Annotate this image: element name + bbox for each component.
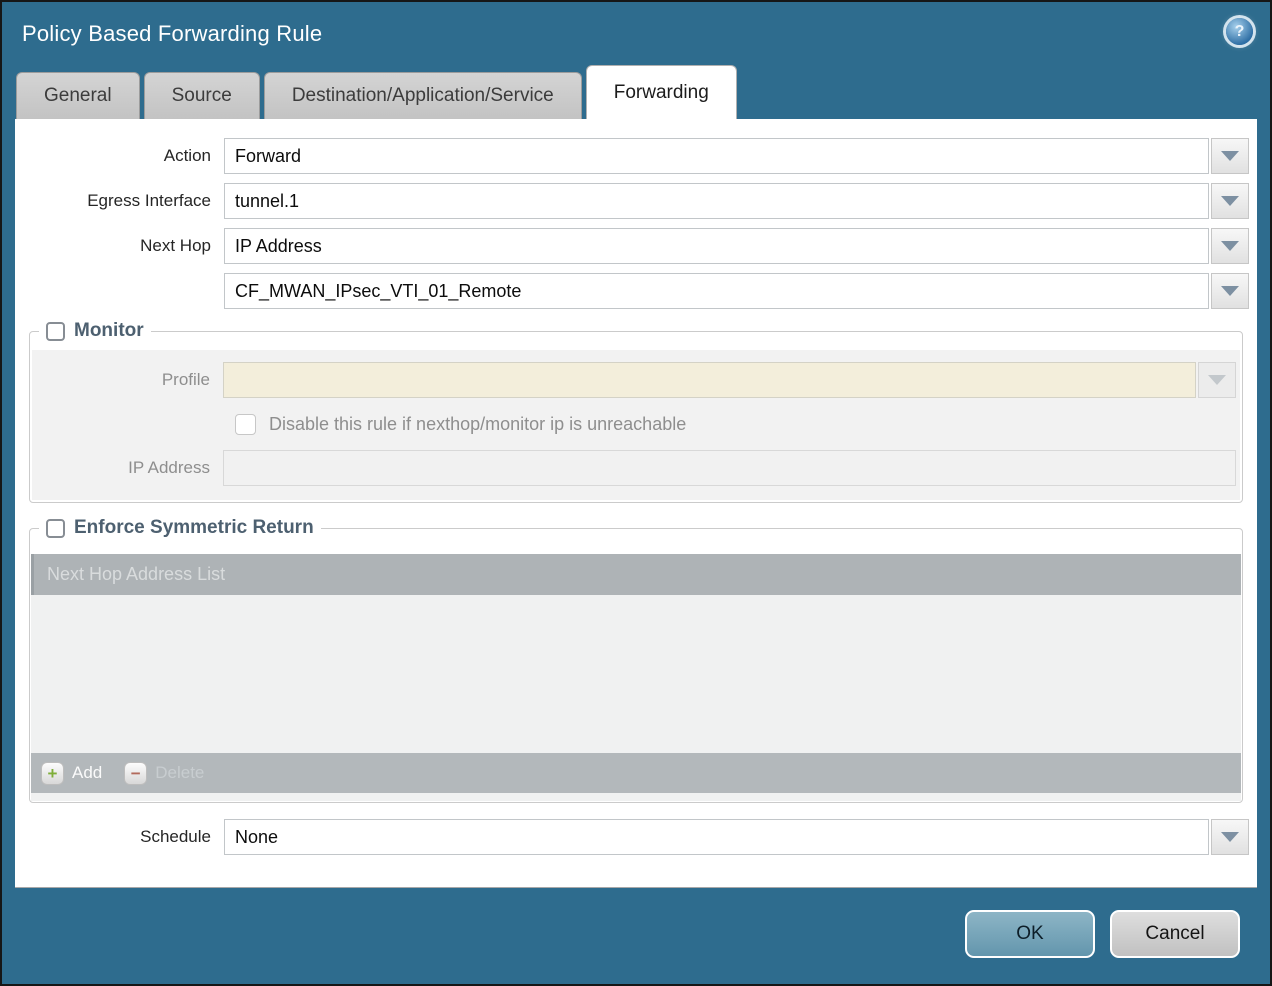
monitor-legend-label: Monitor [74, 320, 144, 342]
schedule-dropdown-button[interactable] [1211, 819, 1249, 855]
add-button[interactable]: + Add [41, 762, 102, 785]
next-hop-row: Next Hop IP Address [15, 228, 1249, 264]
next-hop-combo: IP Address [224, 228, 1249, 264]
action-value-field[interactable]: Forward [224, 138, 1209, 174]
schedule-value-field[interactable]: None [224, 819, 1209, 855]
next-hop-address-list-table: Next Hop Address List + Add − Delete [31, 554, 1241, 801]
dialog-title: Policy Based Forwarding Rule [22, 21, 322, 47]
schedule-combo: None [224, 819, 1249, 855]
next-hop-type-field[interactable]: IP Address [224, 228, 1209, 264]
tab-label: Source [172, 85, 232, 107]
chevron-down-icon [1221, 196, 1239, 206]
tab-label: General [44, 85, 112, 107]
chevron-down-icon [1221, 286, 1239, 296]
schedule-row: Schedule None [15, 819, 1249, 855]
table-header-label: Next Hop Address List [47, 564, 225, 585]
next-hop-address-combo: CF_MWAN_IPsec_VTI_01_Remote [224, 273, 1249, 309]
next-hop-address-field[interactable]: CF_MWAN_IPsec_VTI_01_Remote [224, 273, 1209, 309]
help-glyph: ? [1235, 23, 1245, 41]
monitor-ip-address-field [223, 450, 1236, 486]
plus-icon: + [41, 762, 64, 785]
disable-rule-row: Disable this rule if nexthop/monitor ip … [235, 412, 1240, 436]
symmetric-return-legend-label: Enforce Symmetric Return [74, 517, 314, 539]
profile-combo [223, 362, 1236, 398]
forwarding-tab-panel: Action Forward Egress Interface tunnel.1… [15, 119, 1257, 888]
minus-icon: − [124, 762, 147, 785]
cancel-button[interactable]: Cancel [1110, 910, 1240, 958]
monitor-checkbox[interactable] [46, 322, 65, 341]
monitor-ip-address-row: IP Address [32, 450, 1236, 486]
next-hop-dropdown-button[interactable] [1211, 228, 1249, 264]
next-hop-address-dropdown-button[interactable] [1211, 273, 1249, 309]
chevron-down-icon [1221, 151, 1239, 161]
table-header: Next Hop Address List [31, 554, 1241, 595]
schedule-label: Schedule [15, 827, 224, 847]
monitor-panel: Profile Disable this rule if nexthop/mon… [32, 350, 1240, 500]
egress-interface-dropdown-button[interactable] [1211, 183, 1249, 219]
monitor-ip-address-label: IP Address [32, 458, 223, 478]
ok-button[interactable]: OK [965, 910, 1095, 958]
disable-rule-checkbox [235, 414, 256, 435]
dialog-titlebar: Policy Based Forwarding Rule ? [2, 2, 1270, 66]
symmetric-return-legend: Enforce Symmetric Return [39, 517, 321, 539]
chevron-down-icon [1221, 832, 1239, 842]
tab-source[interactable]: Source [144, 72, 260, 119]
tab-label: Forwarding [614, 82, 709, 104]
profile-value-field [223, 362, 1196, 398]
profile-label: Profile [32, 370, 223, 390]
tab-general[interactable]: General [16, 72, 140, 119]
tab-destination-application-service[interactable]: Destination/Application/Service [264, 72, 582, 119]
symmetric-return-checkbox[interactable] [46, 519, 65, 538]
monitor-legend: Monitor [39, 320, 151, 342]
next-hop-address-row: CF_MWAN_IPsec_VTI_01_Remote [15, 273, 1249, 309]
next-hop-label: Next Hop [15, 236, 224, 256]
chevron-down-icon [1208, 375, 1226, 385]
dialog-footer: OK Cancel [965, 910, 1240, 958]
add-button-label: Add [72, 763, 102, 783]
profile-row: Profile [32, 362, 1236, 398]
table-toolbar: + Add − Delete [31, 753, 1241, 793]
symmetric-return-fieldset: Enforce Symmetric Return Next Hop Addres… [29, 517, 1243, 803]
action-dropdown-button[interactable] [1211, 138, 1249, 174]
action-label: Action [15, 146, 224, 166]
profile-dropdown-button [1198, 362, 1236, 398]
action-row: Action Forward [15, 138, 1249, 174]
egress-interface-row: Egress Interface tunnel.1 [15, 183, 1249, 219]
egress-interface-label: Egress Interface [15, 191, 224, 211]
delete-button-label: Delete [155, 763, 204, 783]
disable-rule-label: Disable this rule if nexthop/monitor ip … [269, 414, 686, 435]
egress-interface-combo: tunnel.1 [224, 183, 1249, 219]
delete-button: − Delete [124, 762, 204, 785]
table-bottom-strip [31, 793, 1241, 801]
egress-interface-value-field[interactable]: tunnel.1 [224, 183, 1209, 219]
tab-bar: General Source Destination/Application/S… [16, 65, 741, 119]
tab-label: Destination/Application/Service [292, 85, 554, 107]
monitor-fieldset: Monitor Profile Disable this rule if nex… [29, 320, 1243, 503]
monitor-ip-address-combo [223, 450, 1236, 486]
action-combo: Forward [224, 138, 1249, 174]
table-body-empty[interactable] [31, 595, 1241, 753]
help-icon[interactable]: ? [1226, 18, 1253, 45]
pbf-rule-dialog: Policy Based Forwarding Rule ? General S… [0, 0, 1272, 986]
tab-forwarding[interactable]: Forwarding [586, 65, 737, 119]
chevron-down-icon [1221, 241, 1239, 251]
